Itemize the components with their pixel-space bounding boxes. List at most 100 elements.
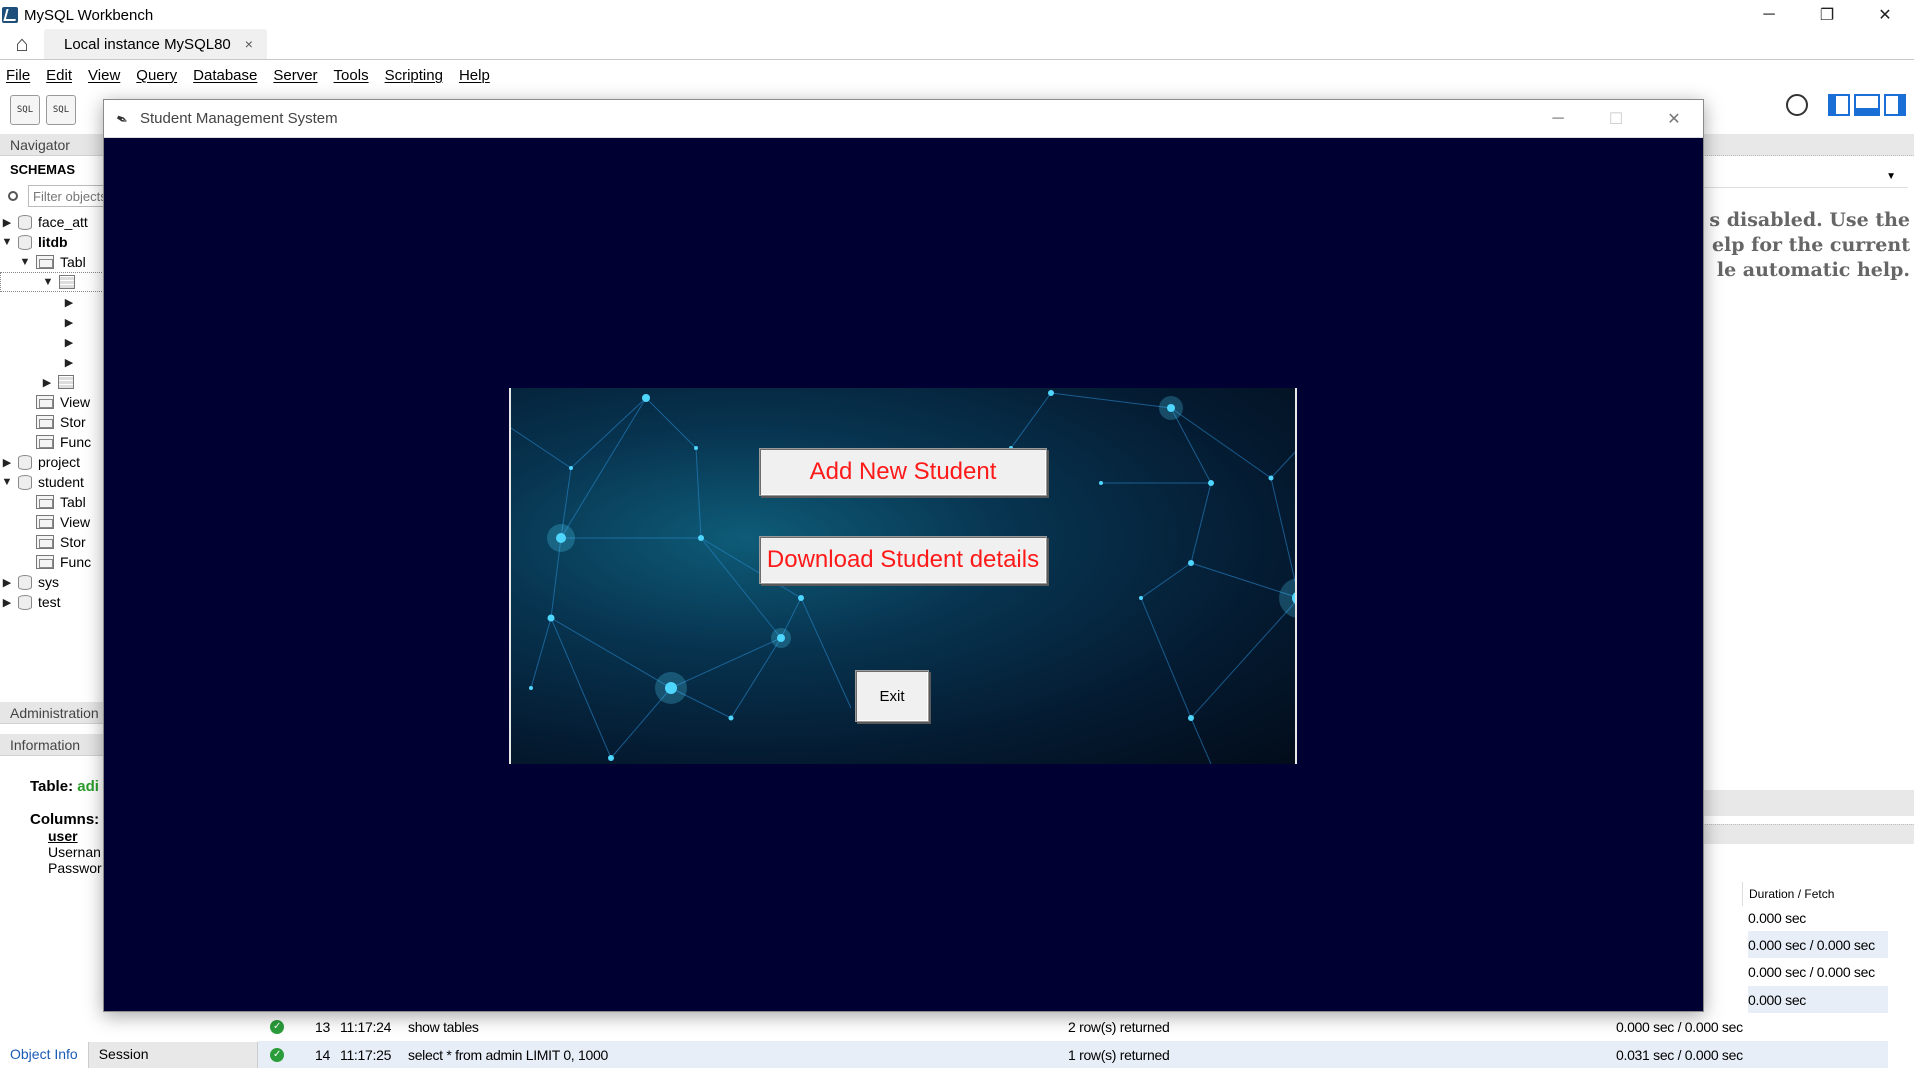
expand-arrow-icon[interactable]: ▶ — [62, 336, 76, 349]
tree-item-sub[interactable]: ▶ — [0, 292, 104, 312]
information-header: Information — [0, 734, 104, 756]
connection-tab-label: Local instance MySQL80 — [64, 35, 231, 53]
exit-button[interactable]: Exit — [855, 670, 929, 722]
context-dropdown[interactable]: ▼ — [1702, 166, 1908, 188]
menu-edit[interactable]: Edit — [44, 67, 82, 84]
expand-arrow-icon[interactable]: ▶ — [0, 456, 14, 469]
download-student-details-button[interactable]: Download Student details — [759, 536, 1047, 584]
folder-icon — [36, 395, 54, 409]
collapse-arrow-icon[interactable]: ▼ — [0, 236, 14, 248]
restore-button[interactable]: ❐ — [1798, 0, 1856, 30]
tree-item-face-att[interactable]: ▶ face_att — [0, 212, 104, 232]
expand-arrow-icon[interactable]: ▶ — [0, 596, 14, 609]
close-tab-icon[interactable]: × — [245, 36, 253, 52]
tree-item-label: litdb — [38, 234, 68, 250]
tree-item-sub[interactable]: ▶ — [0, 312, 104, 332]
duration-cell: 0.000 sec / 0.000 sec — [1748, 963, 1875, 980]
duration-cell: 0.000 sec — [1748, 909, 1807, 926]
help-line: le automatic help. — [1716, 259, 1910, 281]
row-duration: 0.031 sec / 0.000 sec — [1616, 1046, 1743, 1063]
tab-object-info[interactable]: Object Info — [0, 1042, 89, 1068]
add-new-student-button[interactable]: Add New Student — [759, 448, 1047, 496]
expand-arrow-icon[interactable]: ▶ — [62, 316, 76, 329]
menu-server[interactable]: Server — [271, 67, 327, 84]
output-row[interactable]: ✓ 14 11:17:25 select * from admin LIMIT … — [258, 1041, 1888, 1068]
menu-database[interactable]: Database — [191, 67, 267, 84]
tree-item-label: View — [60, 394, 91, 410]
folder-icon — [36, 435, 54, 449]
tree-item-views[interactable]: View — [0, 392, 104, 412]
menu-scripting[interactable]: Scripting — [383, 67, 453, 84]
new-sql-tab-icon[interactable]: SQL — [10, 95, 40, 125]
settings-icon[interactable] — [1786, 94, 1808, 116]
connection-tab-bar: ⌂ Local instance MySQL80 × — [0, 29, 1914, 60]
column-password: Passwor — [48, 860, 102, 876]
menu-file[interactable]: File — [4, 67, 40, 84]
expand-arrow-icon[interactable]: ▶ — [62, 296, 76, 309]
tree-item-stored-procedures[interactable]: Stor — [0, 412, 104, 432]
collapse-arrow-icon[interactable]: ▼ — [41, 276, 55, 288]
tree-item-project[interactable]: ▶ project — [0, 452, 104, 472]
tree-item-label: sys — [38, 574, 59, 590]
tree-item-label: Tabl — [60, 494, 86, 510]
menu-help[interactable]: Help — [457, 67, 500, 84]
duration-cell: 0.000 sec — [1748, 986, 1888, 1013]
expand-arrow-icon[interactable]: ▶ — [62, 356, 76, 369]
mysql-workbench-logo-icon — [2, 7, 18, 23]
popup-minimize-button[interactable]: ─ — [1529, 100, 1587, 138]
folder-icon — [36, 255, 54, 269]
tab-session[interactable]: Session — [88, 1042, 258, 1068]
tree-item-stored-procedures[interactable]: Stor — [0, 532, 104, 552]
output-header-strip — [1702, 824, 1914, 844]
tree-item-sys[interactable]: ▶ sys — [0, 572, 104, 592]
toggle-secondary-sidebar-icon[interactable] — [1884, 94, 1906, 116]
database-icon — [18, 474, 32, 490]
toggle-output-icon[interactable] — [1854, 94, 1880, 116]
duration-column-header[interactable]: Duration / Fetch — [1742, 882, 1887, 906]
output-row[interactable]: ✓ 13 11:17:24 show tables 2 row(s) retur… — [258, 1013, 1888, 1040]
menu-view[interactable]: View — [86, 67, 130, 84]
expand-arrow-icon[interactable]: ▶ — [0, 216, 14, 229]
navigator-sidebar: Navigator SCHEMAS Filter objects ▶ face_a… — [0, 134, 104, 1068]
collapse-arrow-icon[interactable]: ▼ — [18, 256, 32, 268]
collapse-arrow-icon[interactable]: ▼ — [0, 476, 14, 488]
table-label: Table: — [30, 778, 74, 795]
tree-item-student[interactable]: ▼ student — [0, 472, 104, 492]
minimize-button[interactable]: ─ — [1740, 0, 1798, 30]
help-line: elp for the current — [1711, 234, 1910, 256]
filter-objects-input[interactable]: Filter objects — [28, 185, 104, 207]
database-icon — [18, 574, 32, 590]
tree-item-test[interactable]: ▶ test — [0, 592, 104, 612]
toggle-sidebar-icon[interactable] — [1828, 94, 1850, 116]
tree-item-label: Func — [60, 434, 92, 450]
menu-tools[interactable]: Tools — [332, 67, 379, 84]
popup-maximize-button[interactable]: ☐ — [1587, 100, 1645, 138]
popup-close-button[interactable]: ✕ — [1645, 100, 1703, 138]
row-duration: 0.000 sec / 0.000 sec — [1616, 1018, 1743, 1035]
window-title: MySQL Workbench — [24, 6, 154, 24]
tree-item-tables[interactable]: ▼ Tabl — [0, 252, 104, 272]
tree-item-tables[interactable]: Tabl — [0, 492, 104, 512]
close-button[interactable]: ✕ — [1856, 0, 1914, 30]
expand-arrow-icon[interactable]: ▶ — [40, 376, 54, 389]
tree-item-selected-table[interactable]: ▼ — [0, 272, 104, 292]
columns-label: Columns: — [30, 811, 100, 828]
menu-query[interactable]: Query — [134, 67, 187, 84]
home-icon[interactable]: ⌂ — [0, 29, 44, 59]
schemas-label: SCHEMAS — [10, 161, 76, 177]
tree-item-sub[interactable]: ▶ — [0, 352, 104, 372]
tree-item-litdb[interactable]: ▼ litdb — [0, 232, 104, 252]
administration-header[interactable]: Administration — [0, 702, 104, 724]
folder-icon — [36, 495, 54, 509]
help-line: s disabled. Use the — [1709, 209, 1910, 231]
tree-item-table[interactable]: ▶ — [0, 372, 104, 392]
connection-tab[interactable]: Local instance MySQL80 × — [44, 29, 267, 59]
row-number: 13 — [315, 1018, 330, 1035]
open-sql-script-icon[interactable]: SQL — [46, 95, 76, 125]
tree-item-functions[interactable]: Func — [0, 552, 104, 572]
tree-item-views[interactable]: View — [0, 512, 104, 532]
tree-item-sub[interactable]: ▶ — [0, 332, 104, 352]
row-action: show tables — [408, 1018, 479, 1035]
tree-item-functions[interactable]: Func — [0, 432, 104, 452]
expand-arrow-icon[interactable]: ▶ — [0, 576, 14, 589]
